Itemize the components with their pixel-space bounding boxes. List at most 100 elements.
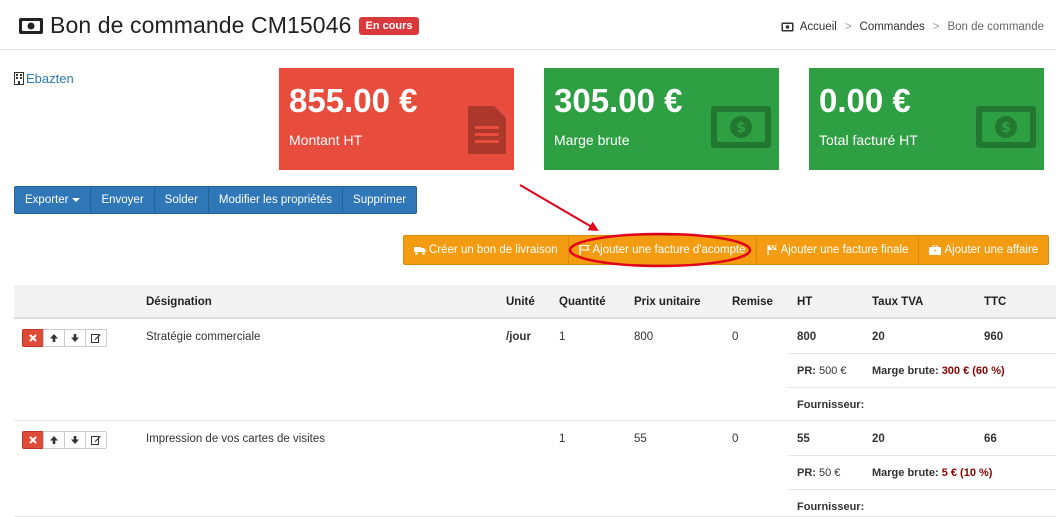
- cell-discount: 0: [732, 331, 739, 343]
- cell-ht: 55: [797, 433, 810, 445]
- cell-supplier: Fournisseur:: [797, 501, 865, 513]
- kpi-amount-ht: 855.00 € Montant HT: [279, 68, 514, 170]
- row-actions: [22, 431, 107, 449]
- add-deal-button[interactable]: Ajouter une affaire: [919, 235, 1050, 265]
- column-header: Désignation: [146, 296, 212, 308]
- add-final-invoice-label: Ajouter une facture finale: [780, 244, 909, 256]
- page-header: Bon de commande CM15046 En cours Accueil…: [0, 0, 1056, 50]
- arrow-down-icon: [71, 334, 79, 342]
- cell-designation: Stratégie commerciale: [146, 331, 261, 343]
- cell-ht: 800: [797, 331, 817, 343]
- breadcrumb-current: Bon de commande: [947, 21, 1044, 33]
- delete-row-button[interactable]: [22, 329, 44, 347]
- breadcrumb-separator: >: [932, 21, 940, 33]
- breadcrumb-home[interactable]: Accueil: [800, 21, 837, 33]
- toolbar: Exporter Envoyer Solder Modifier les pro…: [14, 186, 418, 214]
- settle-button[interactable]: Solder: [154, 186, 209, 214]
- cell-margin: Marge brute: 300 € (60 %): [872, 365, 1005, 377]
- cell-unit: /jour: [506, 331, 531, 343]
- money-icon: $: [711, 106, 771, 148]
- kpi-gross-margin: 305.00 € Marge brute $: [544, 68, 779, 170]
- row-divider: [788, 353, 1056, 354]
- close-icon: [29, 334, 37, 342]
- cell-ttc: 66: [984, 433, 997, 445]
- arrow-up-icon: [50, 436, 58, 444]
- kpi-total-invoiced: 0.00 € Total facturé HT $: [809, 68, 1044, 170]
- money-icon: $: [976, 106, 1036, 148]
- move-up-button[interactable]: [43, 431, 65, 449]
- kpi-value: 855.00 €: [289, 82, 418, 119]
- table-row: Stratégie commerciale /jour 1 800 0 800 …: [14, 319, 1056, 421]
- delete-button[interactable]: Supprimer: [343, 186, 418, 214]
- add-deposit-invoice-button[interactable]: Ajouter une facture d'acompte: [568, 235, 757, 265]
- cell-discount: 0: [732, 433, 739, 445]
- cell-tva: 20: [872, 433, 885, 445]
- create-delivery-label: Créer un bon de livraison: [429, 244, 558, 256]
- move-down-button[interactable]: [64, 329, 86, 347]
- add-final-invoice-button[interactable]: Ajouter une facture finale: [756, 235, 920, 265]
- row-actions: [22, 329, 107, 347]
- export-button[interactable]: Exporter: [14, 186, 92, 214]
- status-badge: En cours: [359, 16, 419, 35]
- column-header: Remise: [732, 296, 773, 308]
- money-icon: [19, 17, 43, 34]
- money-icon: [781, 22, 794, 32]
- annotation-arrow: [519, 184, 599, 232]
- row-divider: [788, 387, 1056, 388]
- column-header: Quantité: [559, 296, 606, 308]
- truck-icon: [414, 246, 426, 255]
- column-header: TTC: [984, 296, 1007, 308]
- cell-ttc: 960: [984, 331, 1004, 343]
- order-lines-table: Désignation Unité Quantité Prix unitaire…: [14, 285, 1056, 517]
- svg-text:$: $: [736, 120, 746, 136]
- breadcrumb-separator: >: [844, 21, 852, 33]
- document-icon: [468, 106, 506, 154]
- cell-designation: Impression de vos cartes de visites: [146, 433, 325, 445]
- edit-icon: [91, 436, 101, 445]
- building-icon: [14, 72, 24, 85]
- table-row: Impression de vos cartes de visites 1 55…: [14, 421, 1056, 517]
- kpi-label: Marge brute: [554, 132, 630, 148]
- edit-icon: [91, 334, 101, 343]
- cell-pr: PR: 50 €: [797, 467, 841, 479]
- caret-down-icon: [72, 198, 81, 202]
- flag-icon: [579, 245, 590, 255]
- edit-row-button[interactable]: [85, 431, 107, 449]
- breadcrumb: Accueil > Commandes > Bon de commande: [781, 21, 1044, 33]
- company-link[interactable]: Ebazten: [14, 71, 74, 86]
- company-name[interactable]: Ebazten: [26, 71, 74, 86]
- cell-unit-price: 800: [634, 331, 654, 343]
- arrow-up-icon: [50, 334, 58, 342]
- create-delivery-button[interactable]: Créer un bon de livraison: [403, 235, 569, 265]
- arrow-down-icon: [71, 436, 79, 444]
- move-up-button[interactable]: [43, 329, 65, 347]
- move-down-button[interactable]: [64, 431, 86, 449]
- cell-margin: Marge brute: 5 € (10 %): [872, 467, 993, 479]
- row-divider: [788, 455, 1056, 456]
- kpi-value: 0.00 €: [819, 82, 911, 119]
- table-header: Désignation Unité Quantité Prix unitaire…: [14, 285, 1056, 319]
- kpi-value: 305.00 €: [554, 82, 683, 119]
- delete-row-button[interactable]: [22, 431, 44, 449]
- edit-properties-button[interactable]: Modifier les propriétés: [208, 186, 344, 214]
- page-title: Bon de commande CM15046: [50, 12, 352, 38]
- cell-tva: 20: [872, 331, 885, 343]
- column-header: Unité: [506, 296, 535, 308]
- send-button[interactable]: Envoyer: [91, 186, 155, 214]
- add-deposit-invoice-label: Ajouter une facture d'acompte: [592, 244, 746, 256]
- cell-unit-price: 55: [634, 433, 647, 445]
- column-header: HT: [797, 296, 813, 308]
- cell-pr: PR: 500 €: [797, 365, 847, 377]
- action-buttons: Créer un bon de livraison Ajouter une fa…: [403, 235, 1050, 265]
- breadcrumb-orders[interactable]: Commandes: [860, 21, 925, 33]
- edit-row-button[interactable]: [85, 329, 107, 347]
- column-header: Prix unitaire: [634, 296, 701, 308]
- cell-quantity: 1: [559, 331, 566, 343]
- row-divider: [788, 489, 1056, 490]
- cell-quantity: 1: [559, 433, 566, 445]
- cell-supplier: Fournisseur:: [797, 399, 865, 411]
- checkered-flag-icon: [767, 245, 777, 255]
- column-header: Taux TVA: [872, 296, 924, 308]
- export-label: Exporter: [25, 194, 69, 206]
- svg-text:$: $: [1001, 120, 1011, 136]
